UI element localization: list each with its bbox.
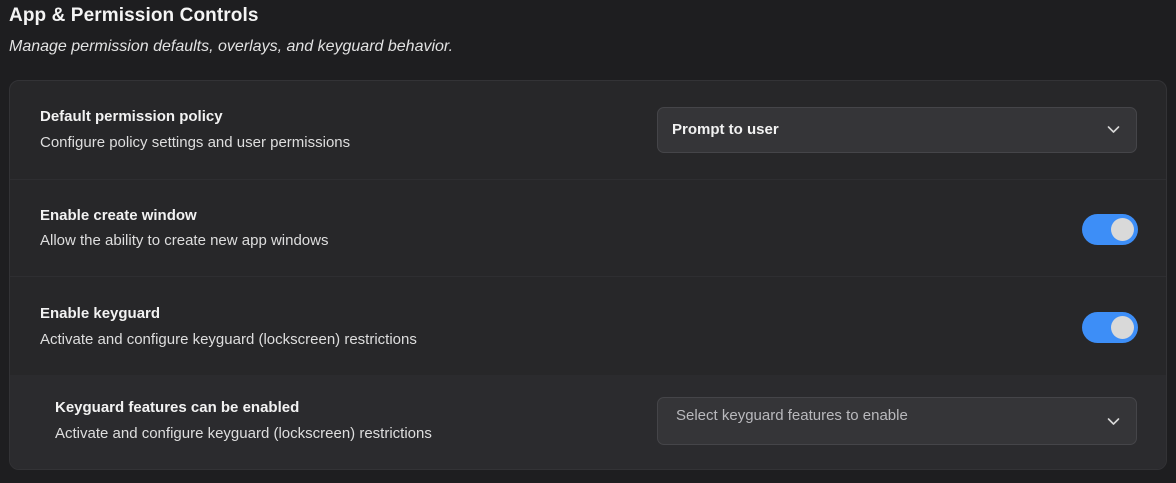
- keyguard-features-placeholder: Select keyguard features to enable: [676, 407, 908, 424]
- keyguard-features-description: Activate and configure keyguard (lockscr…: [55, 425, 432, 442]
- default-policy-title: Default permission policy: [40, 108, 223, 125]
- default-policy-select[interactable]: Prompt to user: [657, 107, 1137, 153]
- chevron-down-icon: [1107, 126, 1120, 133]
- default-policy-selected-value: Prompt to user: [672, 121, 779, 138]
- settings-page: App & Permission Controls Manage permiss…: [0, 0, 1176, 483]
- setting-row-keyguard-features: Keyguard features can be enabled Activat…: [10, 375, 1166, 469]
- keyguard-title: Enable keyguard: [40, 305, 161, 322]
- setting-row-default-policy: Default permission policy Configure poli…: [10, 81, 1166, 180]
- page-title: App & Permission Controls: [9, 5, 259, 26]
- setting-row-keyguard: Enable keyguard Activate and configure k…: [10, 277, 1166, 375]
- create-window-title: Enable create window: [40, 207, 197, 224]
- page-subtitle: Manage permission defaults, overlays, an…: [9, 38, 454, 55]
- setting-row-create-window: Enable create window Allow the ability t…: [10, 180, 1166, 277]
- keyguard-features-select[interactable]: Select keyguard features to enable: [657, 397, 1137, 445]
- keyguard-description: Activate and configure keyguard (lockscr…: [40, 331, 417, 348]
- chevron-down-icon: [1107, 418, 1120, 425]
- settings-panel: Default permission policy Configure poli…: [9, 80, 1167, 470]
- create-window-toggle[interactable]: [1082, 214, 1138, 245]
- toggle-knob: [1111, 218, 1134, 241]
- keyguard-features-title: Keyguard features can be enabled: [55, 399, 300, 416]
- keyguard-toggle[interactable]: [1082, 312, 1138, 343]
- default-policy-description: Configure policy settings and user permi…: [40, 134, 351, 151]
- create-window-description: Allow the ability to create new app wind…: [40, 232, 329, 249]
- toggle-knob: [1111, 316, 1134, 339]
